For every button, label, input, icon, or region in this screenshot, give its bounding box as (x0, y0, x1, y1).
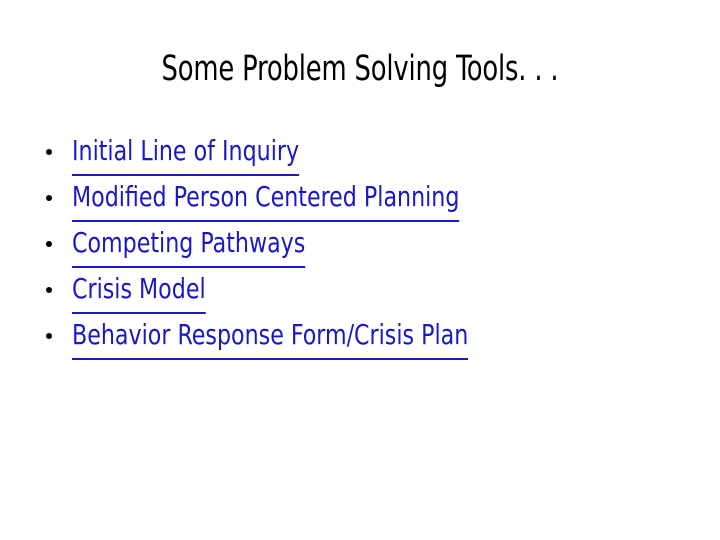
bullet-dot-icon (46, 241, 52, 247)
link-initial-line-of-inquiry[interactable]: Initial Line of Inquiry (72, 128, 300, 176)
bullet-dot-icon (46, 149, 52, 155)
list-item[interactable]: Behavior Response Form/Crisis Plan (34, 312, 674, 360)
slide-canvas: Some Problem Solving Tools. . . Initial … (0, 0, 720, 540)
bullet-dot-icon (46, 333, 52, 339)
list-item[interactable]: Modified Person Centered Planning (34, 174, 674, 222)
list-item[interactable]: Competing Pathways (34, 220, 674, 268)
link-behavior-response-form-crisis-plan[interactable]: Behavior Response Form/Crisis Plan (72, 312, 469, 360)
page-title: Some Problem Solving Tools. . . (161, 49, 559, 89)
link-crisis-model[interactable]: Crisis Model (72, 266, 206, 314)
link-modified-person-centered-planning[interactable]: Modified Person Centered Planning (72, 174, 460, 222)
list-item[interactable]: Crisis Model (34, 266, 674, 314)
list-item[interactable]: Initial Line of Inquiry (34, 128, 674, 176)
link-competing-pathways[interactable]: Competing Pathways (72, 220, 306, 268)
bullet-dot-icon (46, 287, 52, 293)
bullet-dot-icon (46, 195, 52, 201)
tools-link-list: Initial Line of Inquiry Modified Person … (34, 128, 674, 360)
